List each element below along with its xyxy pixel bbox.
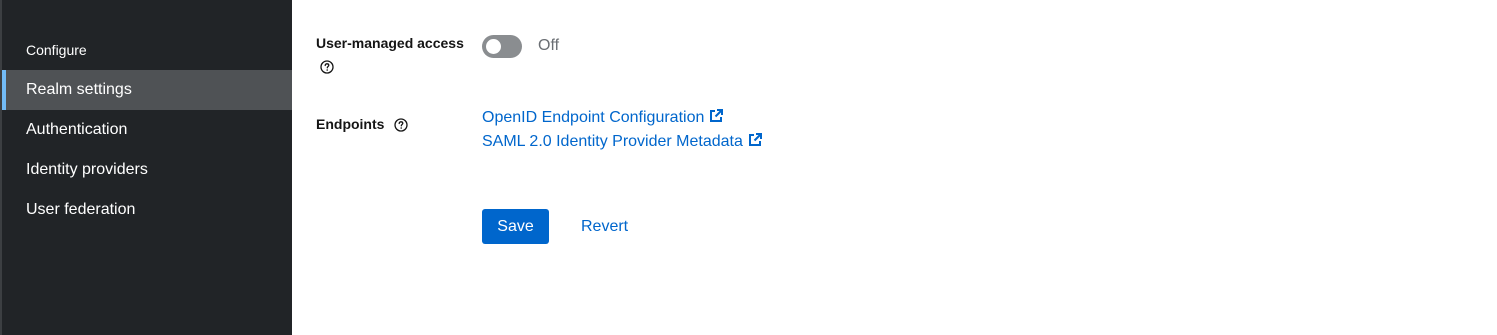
- sidebar-section-configure: Configure: [26, 42, 87, 58]
- sidebar-item-label: Identity providers: [26, 161, 148, 178]
- revert-button[interactable]: Revert: [581, 209, 628, 244]
- external-link-icon: [708, 108, 724, 124]
- openid-endpoint-link[interactable]: OpenID Endpoint Configuration: [482, 108, 724, 127]
- saml-metadata-link[interactable]: SAML 2.0 Identity Provider Metadata: [482, 132, 763, 151]
- switch-knob: [486, 39, 501, 54]
- sidebar-item-label: User federation: [26, 201, 136, 218]
- sidebar-nav: Configure Realm settings Authentication …: [0, 0, 292, 335]
- openid-endpoint-link-text: OpenID Endpoint Configuration: [482, 109, 705, 126]
- sidebar-item-label: Authentication: [26, 121, 128, 138]
- sidebar-item-authentication[interactable]: Authentication: [2, 110, 292, 150]
- saml-metadata-link-text: SAML 2.0 Identity Provider Metadata: [482, 133, 743, 150]
- user-managed-access-switch[interactable]: [482, 35, 522, 58]
- save-button[interactable]: Save: [482, 209, 549, 244]
- main-content: User-managed access Off Endpoints OpenID…: [292, 0, 1497, 335]
- sidebar-item-identity-providers[interactable]: Identity providers: [2, 150, 292, 190]
- app-root: Configure Realm settings Authentication …: [0, 0, 1497, 335]
- question-circle-icon[interactable]: [320, 60, 334, 74]
- endpoints-label: Endpoints: [316, 116, 408, 132]
- external-link-icon: [747, 132, 763, 148]
- switch-state-label: Off: [538, 37, 560, 54]
- sidebar-item-user-federation[interactable]: User federation: [2, 190, 292, 230]
- endpoints-label-text: Endpoints: [316, 116, 385, 132]
- user-managed-access-label: User-managed access: [316, 35, 464, 51]
- question-circle-icon[interactable]: [394, 118, 408, 132]
- sidebar-item-realm-settings[interactable]: Realm settings: [2, 70, 292, 110]
- sidebar-item-label: Realm settings: [26, 81, 132, 98]
